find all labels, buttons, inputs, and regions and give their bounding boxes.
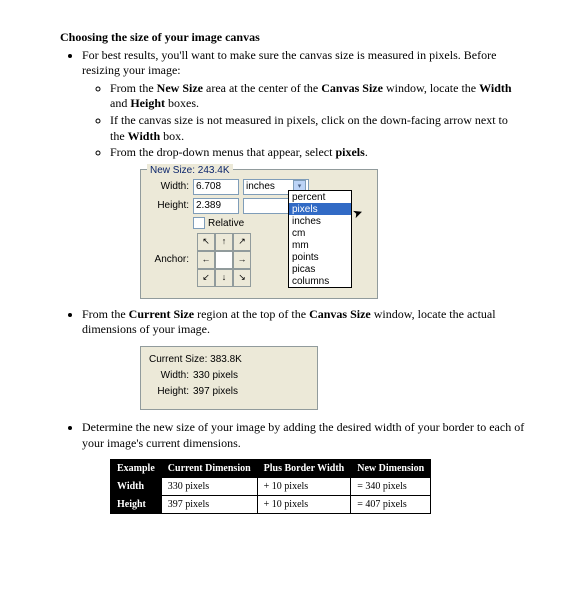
width-label: Width: (149, 180, 189, 193)
current-size-legend: Current Size: 383.8K (149, 354, 242, 365)
th-border: Plus Border Width (257, 460, 351, 478)
anchor-label: Anchor: (149, 253, 189, 266)
new-size-legend: New Size: 243.4K (147, 164, 233, 177)
anchor-grid[interactable]: ↖↑↗ ←→ ↙↓↘ (197, 233, 251, 287)
dimension-table: Example Current Dimension Plus Border Wi… (110, 459, 431, 514)
dd-option-picas[interactable]: picas (289, 263, 351, 275)
th-current: Current Dimension (161, 460, 257, 478)
th-new: New Dimension (351, 460, 431, 478)
th-example: Example (111, 460, 162, 478)
cs-width-label: Width: (149, 369, 189, 382)
width-input[interactable]: 6.708 (193, 179, 239, 195)
section-title: Choosing the size of your image canvas (60, 30, 525, 46)
cs-height-value: 397 pixels (193, 385, 238, 398)
dd-option-pixels[interactable]: pixels (289, 203, 351, 215)
dd-option-columns[interactable]: columns (289, 275, 351, 287)
cs-height-label: Height: (149, 385, 189, 398)
relative-checkbox[interactable] (193, 217, 205, 229)
cs-width-value: 330 pixels (193, 369, 238, 382)
unit-dropdown-list[interactable]: percent pixels inches cm mm points picas… (288, 190, 352, 288)
table-row: Height 397 pixels + 10 pixels = 407 pixe… (111, 496, 431, 514)
dd-option-points[interactable]: points (289, 251, 351, 263)
bullet-1: For best results, you'll want to make su… (82, 48, 525, 161)
dd-option-mm[interactable]: mm (289, 239, 351, 251)
bullet-2: From the Current Size region at the top … (82, 307, 525, 338)
sub-1b: If the canvas size is not measured in pi… (110, 113, 525, 144)
height-input[interactable]: 2.389 (193, 198, 239, 214)
sub-1c: From the drop-down menus that appear, se… (110, 145, 525, 161)
relative-label: Relative (208, 217, 244, 230)
new-size-panel: New Size: 243.4K Width: 6.708 inches▾ He… (140, 169, 378, 299)
sub-1a: From the New Size area at the center of … (110, 81, 525, 112)
bullet-3: Determine the new size of your image by … (82, 420, 525, 451)
current-size-panel: Current Size: 383.8K Width: 330 pixels He… (140, 346, 318, 410)
height-label: Height: (149, 199, 189, 212)
dd-option-percent[interactable]: percent (289, 191, 351, 203)
dd-option-inches[interactable]: inches (289, 215, 351, 227)
dd-option-cm[interactable]: cm (289, 227, 351, 239)
table-row: Width 330 pixels + 10 pixels = 340 pixel… (111, 478, 431, 496)
